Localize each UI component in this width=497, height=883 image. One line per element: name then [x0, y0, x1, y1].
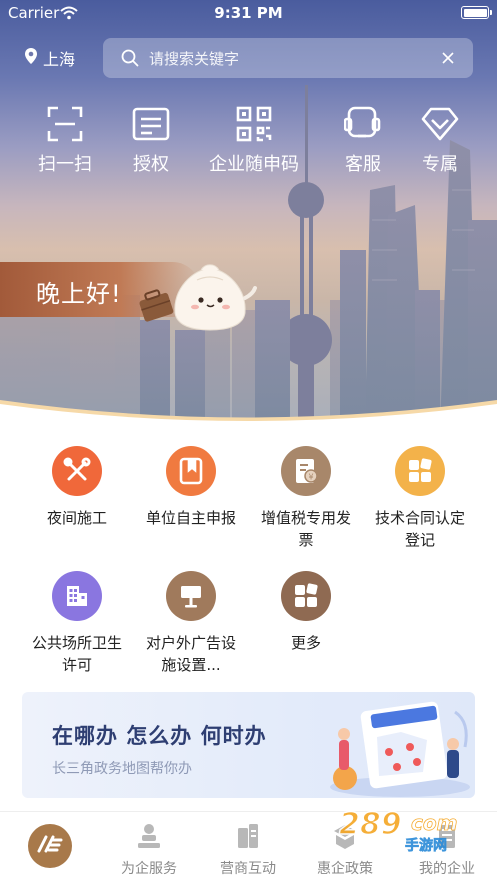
tab-label: 营商互动: [220, 861, 276, 877]
location-selector[interactable]: 上海: [24, 46, 75, 70]
bookmark-doc-icon: [166, 446, 216, 496]
quick-action-label: 扫一扫: [38, 154, 92, 175]
svg-text:289: 289: [339, 807, 402, 842]
svg-text:手游网: 手游网: [405, 837, 447, 854]
blocks-icon: [395, 446, 445, 496]
tools-icon: [52, 446, 102, 496]
service-label: 夜间施工: [46, 509, 107, 527]
quick-actions: 扫一扫 授权 企业随申码 客服 专属: [0, 104, 497, 176]
authorize-icon: [131, 104, 171, 144]
service-label: 公共场所卫生许可: [31, 634, 122, 674]
tab-label: 惠企政策: [317, 861, 373, 877]
quick-action-exclusive[interactable]: 专属: [420, 104, 460, 176]
more-grid-icon: [281, 571, 331, 621]
mascot-dumpling-icon: [139, 264, 257, 331]
status-bar: Carrier 9:31 PM: [0, 0, 497, 26]
quick-action-customer-service[interactable]: 客服: [343, 104, 383, 176]
search-input[interactable]: 请搜索关键字: [149, 48, 441, 69]
service-label: 技术合同认定登记: [374, 509, 465, 549]
quick-action-label: 企业随申码: [209, 154, 299, 175]
diamond-icon: [420, 104, 460, 144]
qrcode-icon: [234, 104, 274, 144]
service-label: 更多: [290, 634, 321, 652]
billboard-icon: [166, 571, 216, 621]
greeting-text: 晚上好!: [36, 280, 122, 308]
quick-action-authorize[interactable]: 授权: [131, 104, 171, 176]
invoice-icon: ¥: [281, 446, 331, 496]
service-label: 增值税专用发票: [260, 509, 351, 549]
quick-action-qrcode[interactable]: 企业随申码: [209, 104, 299, 176]
map-illustration-icon: [330, 701, 470, 797]
interaction-icon: [234, 820, 262, 852]
site-watermark-logo: 289 com 手游网: [338, 806, 458, 854]
tab-label: 我的企业: [419, 861, 475, 877]
banner-subtitle: 长三角政务地图帮你办: [52, 761, 192, 777]
hero-wave-divider: [0, 400, 497, 430]
search-bar[interactable]: 请搜索关键字: [103, 38, 473, 78]
service-outdoor-ad[interactable]: 对户外广告设施设置...: [136, 571, 246, 676]
service-tech-contract[interactable]: 技术合同认定登记: [365, 446, 475, 551]
tab-label: 为企服务: [121, 861, 177, 877]
status-time: 9:31 PM: [214, 4, 283, 22]
quick-action-label: 授权: [133, 154, 169, 175]
delta-map-banner[interactable]: 在哪办 怎么办 何时办 长三角政务地图帮你办: [22, 692, 475, 798]
quick-action-label: 专属: [422, 154, 458, 175]
quick-action-scan[interactable]: 扫一扫: [38, 104, 92, 176]
search-icon: [121, 49, 139, 67]
service-self-declaration[interactable]: 单位自主申报: [136, 446, 246, 529]
svg-text:com: com: [411, 811, 457, 835]
location-pin-icon: [24, 47, 38, 69]
tab-home[interactable]: [28, 824, 72, 868]
service-icon: [135, 820, 163, 852]
svg-text:¥: ¥: [308, 473, 313, 482]
home-logo-icon: [37, 835, 63, 857]
service-public-health-permit[interactable]: 公共场所卫生许可: [22, 571, 132, 676]
tab-business-interaction[interactable]: 营商互动: [203, 820, 293, 878]
building-icon: [52, 571, 102, 621]
quick-action-label: 客服: [345, 154, 381, 175]
tab-enterprise-service[interactable]: 为企服务: [104, 820, 194, 878]
service-label: 单位自主申报: [145, 509, 236, 527]
scan-icon: [45, 104, 85, 144]
customer-service-icon: [343, 104, 383, 144]
banner-title: 在哪办 怎么办 何时办: [52, 724, 267, 748]
service-vat-invoice[interactable]: ¥ 增值税专用发票: [251, 446, 361, 551]
clear-icon[interactable]: [441, 51, 455, 65]
service-more[interactable]: 更多: [251, 571, 361, 654]
service-night-construction[interactable]: 夜间施工: [22, 446, 132, 529]
service-label: 对户外广告设施设置...: [145, 634, 236, 674]
location-label: 上海: [43, 50, 76, 69]
battery-icon: [461, 6, 492, 19]
